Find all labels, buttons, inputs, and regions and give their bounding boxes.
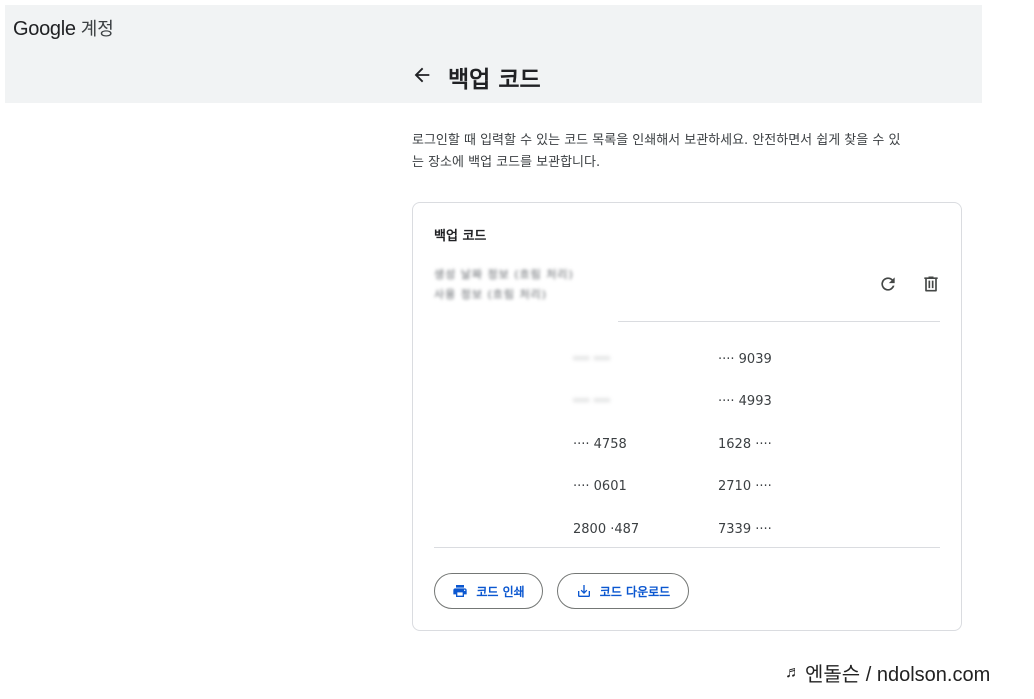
printer-icon	[453, 585, 467, 597]
refresh-icon	[881, 277, 895, 291]
backup-code: ···· 0601	[573, 479, 627, 495]
codes-meta-info: 생성 날짜 정보 (흐림 처리) 사용 정보 (흐림 처리)	[434, 265, 574, 305]
download-button-label: 코드 다운로드	[599, 584, 671, 599]
backup-code: ···· 9039	[718, 351, 772, 367]
delete-codes-button[interactable]	[918, 271, 944, 297]
backup-codes-card: 백업 코드 생성 날짜 정보 (흐림 처리) 사용 정보 (흐림 처리) ···…	[412, 202, 962, 631]
brand-logo[interactable]: Google 계정	[13, 15, 114, 41]
backup-code: ···· 4758	[573, 436, 627, 452]
refresh-codes-button[interactable]	[875, 271, 901, 297]
divider-bottom	[434, 547, 940, 548]
backup-code: ···· 4993	[718, 394, 772, 410]
backup-code: ···· ····	[573, 351, 611, 367]
backup-code: ···· ····	[573, 394, 611, 410]
watermark-text: 엔돌슨 / ndolson.com	[805, 664, 991, 686]
download-icon	[577, 585, 590, 597]
backup-code: 1628 ····	[718, 436, 772, 452]
code-row: ···· ···· ···· 9039	[563, 338, 863, 381]
card-title: 백업 코드	[434, 229, 487, 244]
account-label: 계정	[80, 19, 114, 40]
google-logo-text: Google	[13, 18, 76, 40]
code-row: ···· ···· ···· 4993	[563, 381, 863, 424]
trash-icon	[924, 276, 938, 292]
code-row: 2800 ·487 7339 ····	[563, 508, 863, 551]
back-arrow-icon[interactable]	[411, 64, 433, 86]
page-description: 로그인할 때 입력할 수 있는 코드 목록을 인쇄해서 보관하세요. 안전하면서…	[412, 133, 901, 170]
backup-code: 7339 ····	[718, 521, 772, 537]
backup-code: 2800 ·487	[573, 521, 640, 537]
backup-code: 2710 ····	[718, 479, 772, 495]
page-title: 백업 코드	[448, 67, 541, 93]
meta-line-usage: 사용 정보 (흐림 처리)	[434, 288, 548, 301]
download-codes-button[interactable]: 코드 다운로드	[557, 573, 689, 609]
print-codes-button[interactable]: 코드 인쇄	[434, 573, 543, 609]
music-note-icon: ♬	[785, 663, 801, 681]
code-row: ···· 0601 2710 ····	[563, 466, 863, 509]
site-watermark: ♬ 엔돌슨 / ndolson.com	[785, 658, 990, 687]
print-button-label: 코드 인쇄	[476, 584, 525, 599]
divider-top	[618, 321, 940, 322]
backup-codes-grid: ···· ···· ···· 9039 ···· ···· ···· 4993 …	[563, 338, 863, 551]
meta-line-created: 생성 날짜 정보 (흐림 처리)	[434, 268, 574, 281]
code-row: ···· 4758 1628 ····	[563, 423, 863, 466]
